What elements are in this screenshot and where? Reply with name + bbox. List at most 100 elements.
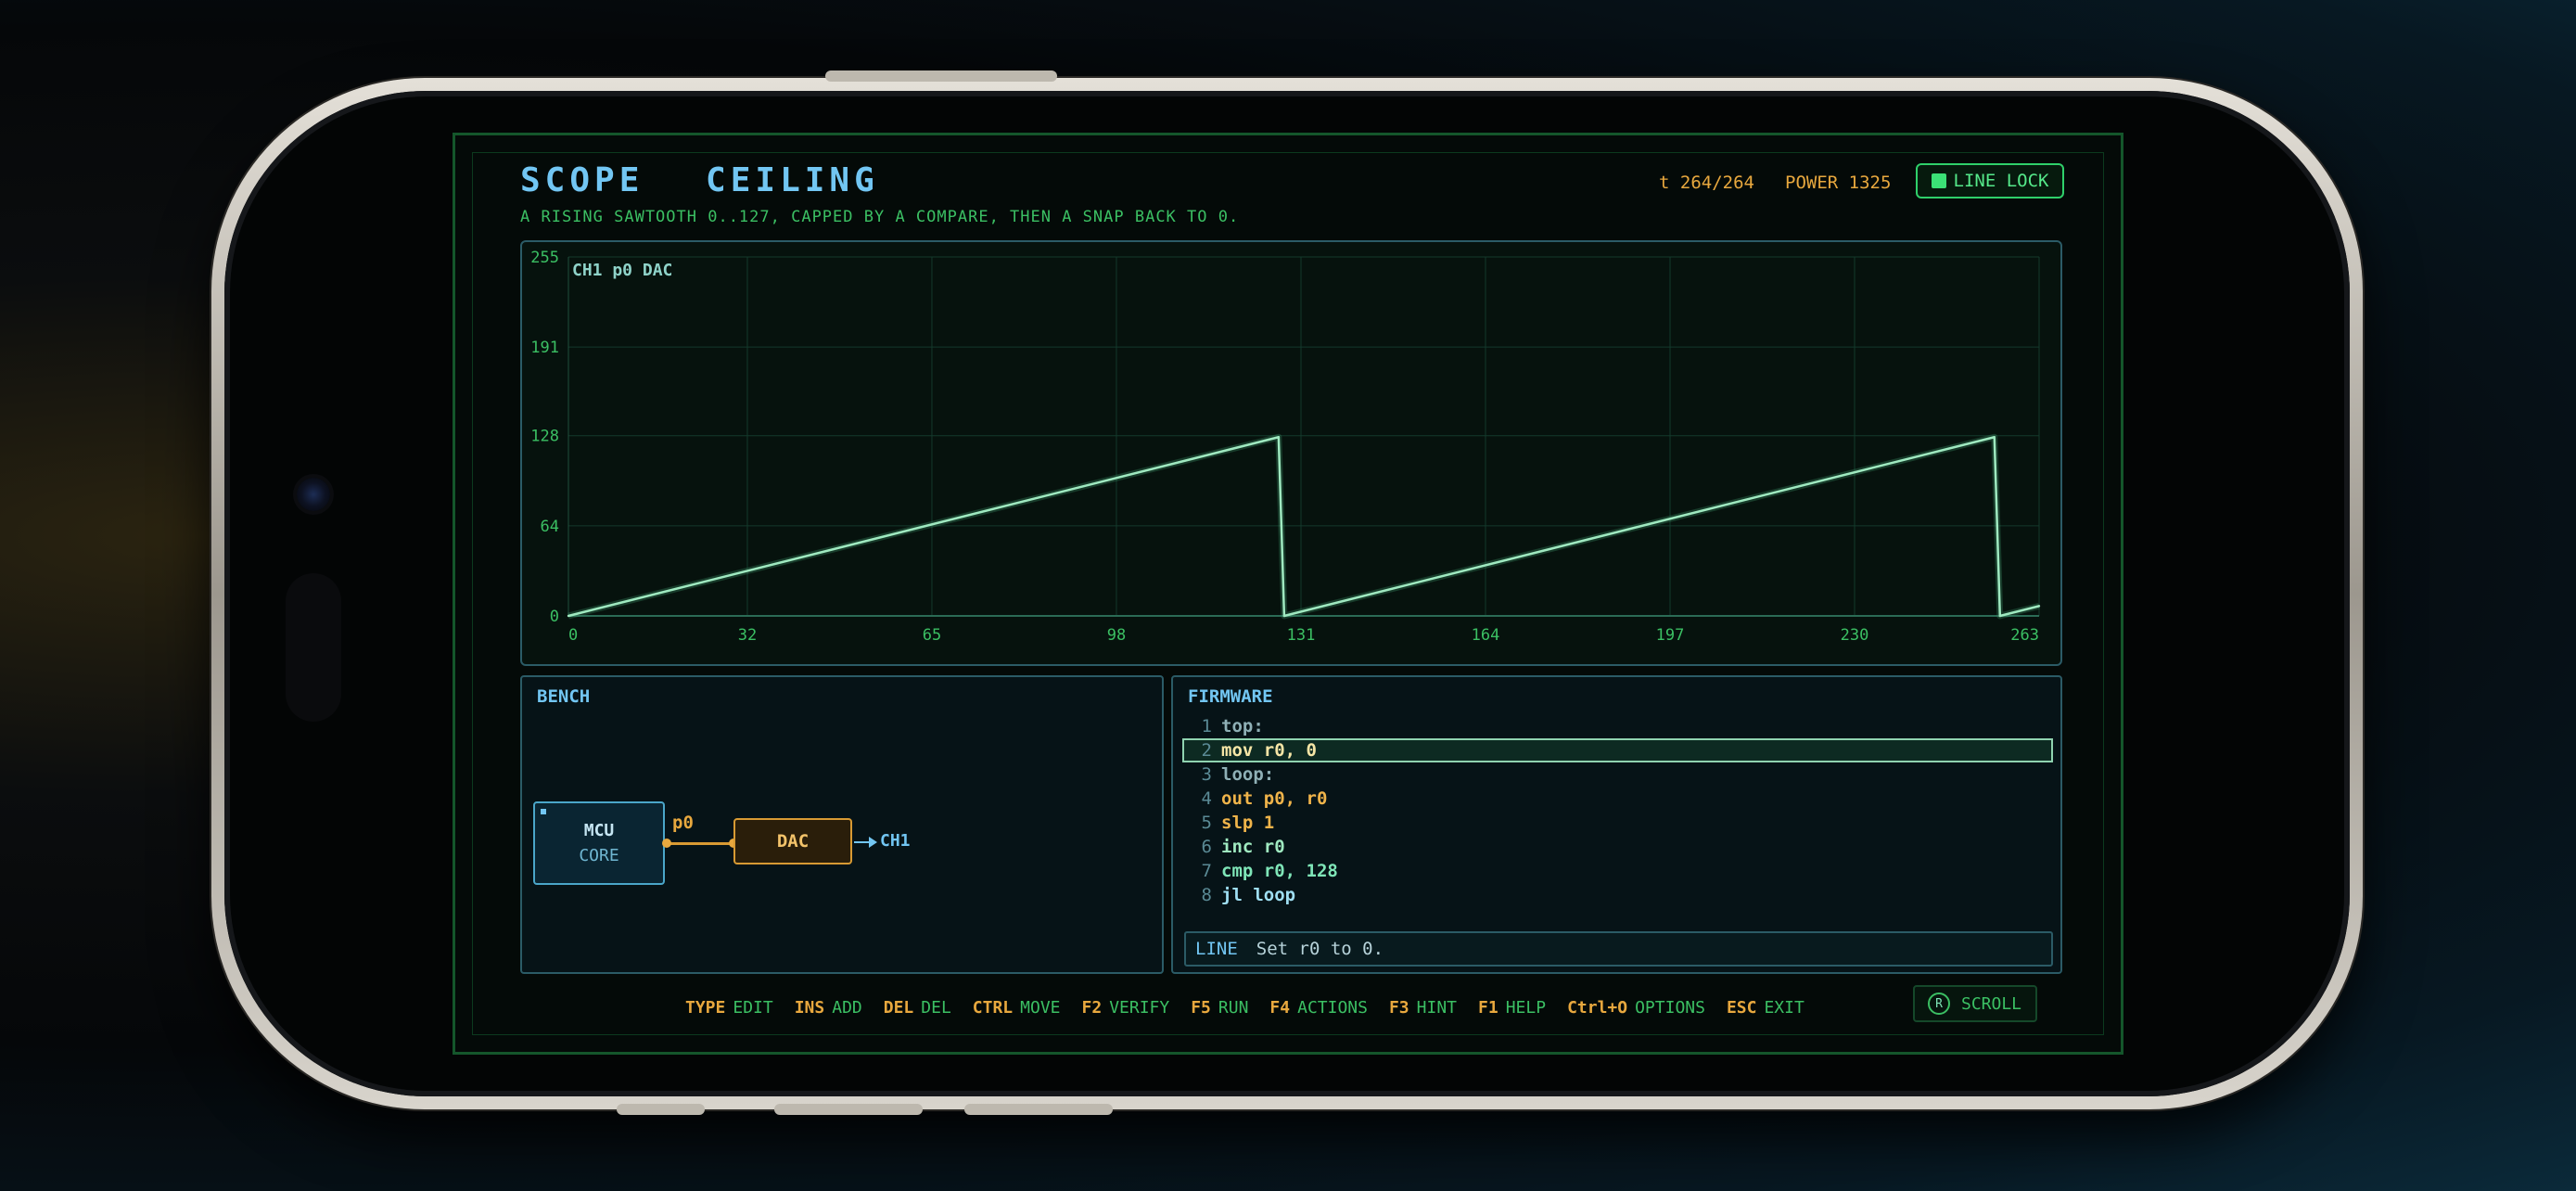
- trace-point: [1282, 614, 1286, 618]
- keybind-item[interactable]: F1 HELP: [1478, 998, 1546, 1018]
- line-lock-indicator-icon: [1931, 173, 1946, 188]
- mcu-label: MCU: [583, 821, 615, 840]
- game-screen: SCOPE CEILING A RISING SAWTOOTH 0..127, …: [453, 133, 2123, 1055]
- trace-glow: [567, 433, 2040, 620]
- keybind-action: EXIT: [1764, 998, 1804, 1018]
- hint-key: LINE: [1195, 939, 1238, 959]
- mcu-core-block[interactable]: MCU CORE: [533, 801, 665, 885]
- output-label: CH1: [880, 831, 911, 851]
- x-tick-label: 65: [923, 626, 941, 645]
- keybind-key: F2: [1081, 998, 1103, 1018]
- y-tick-label: 0: [550, 608, 559, 626]
- keybind-item[interactable]: F2 VERIFY: [1082, 998, 1170, 1018]
- keybind-key: ESC: [1726, 998, 1757, 1018]
- code-text: out p0, r0: [1221, 788, 1328, 809]
- keybind-key: F1: [1478, 998, 1498, 1018]
- x-tick-label: 230: [1841, 626, 1869, 645]
- trace-point: [1993, 436, 1996, 439]
- code-line[interactable]: 8 jl loop: [1182, 883, 2053, 907]
- keybind-key: CTRL: [972, 998, 1014, 1018]
- line-hint-bar: LINE Set r0 to 0.: [1184, 931, 2053, 967]
- bench-title: BENCH: [537, 686, 591, 707]
- code-text: inc r0: [1221, 837, 1285, 857]
- line-number: 5: [1201, 813, 1212, 833]
- p0-wire: [667, 842, 733, 845]
- keybind-action: HINT: [1416, 998, 1458, 1018]
- keybind-key: DEL: [883, 998, 914, 1018]
- sensor-pill: [286, 573, 341, 722]
- code-text: top:: [1221, 716, 1264, 736]
- keybind-key: Ctrl+O: [1567, 998, 1628, 1018]
- keybind-action: OPTIONS: [1635, 998, 1705, 1018]
- keybind-key: F4: [1269, 998, 1291, 1018]
- bench-panel: BENCH MCU CORE p0 DAC CH1: [520, 675, 1164, 974]
- x-tick-label: 164: [1472, 626, 1500, 645]
- code-editor[interactable]: 1 top: 2 mov r0, 0 3 loop: 4 out p0, r0 5 slp 1 6i…: [1182, 714, 2053, 907]
- firmware-panel: FIRMWARE 1 top: 2 mov r0, 0 3 loop: 4 out p0, r…: [1171, 675, 2062, 974]
- phone-bottom-button: [617, 1104, 705, 1115]
- phone-top-button: [825, 70, 1057, 82]
- x-tick-label: 98: [1107, 626, 1126, 645]
- scroll-key-icon: R: [1928, 992, 1950, 1015]
- power-counter: POWER 1325: [1785, 173, 1892, 193]
- keybind-item[interactable]: F4 ACTIONS: [1269, 998, 1368, 1018]
- line-lock-toggle[interactable]: LINE LOCK: [1916, 163, 2064, 198]
- code-line[interactable]: 7 cmp r0, 128: [1182, 859, 2053, 883]
- keybind-item[interactable]: DEL DEL: [884, 998, 951, 1018]
- trace-line: [567, 436, 2040, 618]
- firmware-title: FIRMWARE: [1188, 686, 1273, 707]
- arrow-right-icon: [869, 837, 877, 848]
- code-line[interactable]: 2 mov r0, 0: [1182, 738, 2053, 762]
- time-counter: t 264/264: [1659, 173, 1754, 193]
- keybind-key: F3: [1388, 998, 1409, 1018]
- trace-point: [1998, 614, 2001, 618]
- line-number: 8: [1201, 885, 1212, 905]
- keybind-footer: TYPE EDIT INS ADD DEL DEL CTRL MOVE F2 VERIFY F5 RU…: [685, 998, 1804, 1018]
- code-line[interactable]: 4 out p0, r0: [1182, 787, 2053, 811]
- keybind-item[interactable]: ESC EXIT: [1727, 998, 1804, 1018]
- code-text: jl loop: [1221, 885, 1296, 905]
- keybind-item[interactable]: Ctrl+O OPTIONS: [1567, 998, 1705, 1018]
- keybind-action: ACTIONS: [1297, 998, 1368, 1018]
- mcu-marker-icon: [541, 809, 546, 814]
- channel-label: CH1 p0 DAC: [572, 261, 672, 280]
- line-number: 4: [1201, 788, 1212, 809]
- dac-block[interactable]: DAC: [733, 818, 852, 864]
- y-tick-label: 128: [530, 428, 559, 446]
- x-tick-label: 197: [1656, 626, 1685, 645]
- keybind-item[interactable]: F5 RUN: [1191, 998, 1248, 1018]
- keybind-action: HELP: [1505, 998, 1547, 1018]
- keybind-action: MOVE: [1020, 998, 1061, 1018]
- keybind-item[interactable]: CTRL MOVE: [973, 998, 1061, 1018]
- pin-label: p0: [672, 813, 694, 833]
- keybind-item[interactable]: TYPE EDIT: [685, 998, 773, 1018]
- line-number: 7: [1201, 861, 1212, 881]
- hint-text: Set r0 to 0.: [1256, 939, 1384, 959]
- keybind-action: ADD: [832, 998, 862, 1018]
- x-tick-label: 263: [2010, 626, 2039, 645]
- code-line[interactable]: 1 top:: [1182, 714, 2053, 738]
- code-line[interactable]: 3 loop:: [1182, 762, 2053, 787]
- code-text: cmp r0, 128: [1221, 861, 1338, 881]
- line-number: 1: [1201, 716, 1212, 736]
- keybind-key: INS: [794, 998, 825, 1018]
- keybind-action: RUN: [1218, 998, 1249, 1018]
- scroll-label: SCROLL: [1961, 993, 2022, 1014]
- scroll-button[interactable]: R SCROLL: [1913, 985, 2037, 1022]
- line-number: 3: [1201, 764, 1212, 785]
- level-title: SCOPE CEILING: [520, 161, 879, 199]
- x-tick-label: 131: [1287, 626, 1316, 645]
- phone-bottom-button: [964, 1104, 1113, 1115]
- keybind-item[interactable]: F3 HINT: [1389, 998, 1457, 1018]
- code-line[interactable]: 5 slp 1: [1182, 811, 2053, 835]
- code-line[interactable]: 6 inc r0: [1182, 835, 2053, 859]
- y-tick-label: 191: [530, 339, 559, 357]
- code-text: loop:: [1221, 764, 1275, 785]
- trace-point: [1277, 436, 1281, 439]
- x-tick-label: 0: [568, 626, 578, 645]
- y-tick-label: 64: [541, 518, 559, 536]
- x-tick-label: 32: [738, 626, 757, 645]
- keybind-action: EDIT: [733, 998, 773, 1018]
- keybind-key: F5: [1191, 998, 1211, 1018]
- keybind-item[interactable]: INS ADD: [795, 998, 862, 1018]
